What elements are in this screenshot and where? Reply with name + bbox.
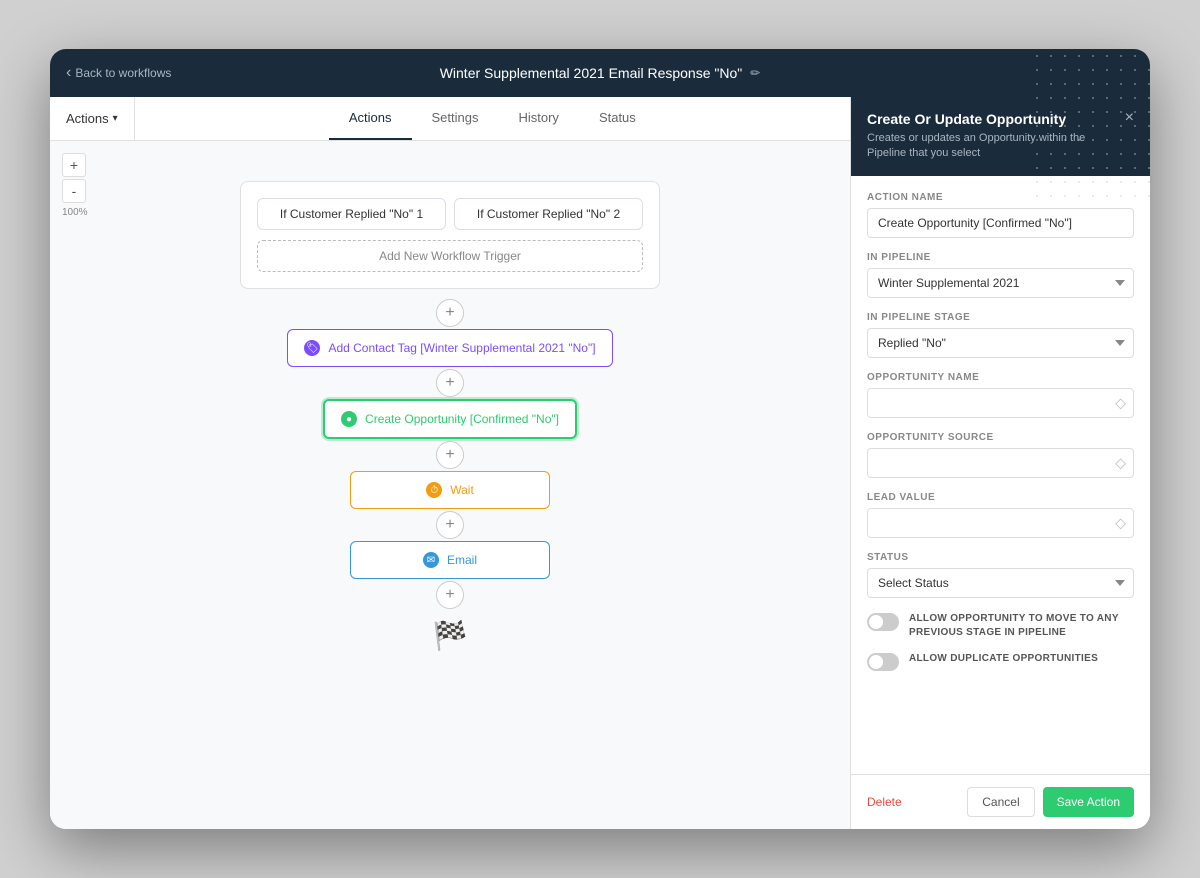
action-name-field-group: ACTION NAME	[867, 192, 1134, 238]
lead-value-input-wrapper: ◇	[867, 508, 1134, 538]
edit-title-icon[interactable]: ✏	[750, 66, 760, 80]
tab-actions[interactable]: Actions	[329, 97, 412, 140]
cancel-button[interactable]: Cancel	[967, 787, 1034, 817]
opportunity-node-label: Create Opportunity [Confirmed "No"]	[365, 412, 559, 426]
zoom-controls: + - 100%	[62, 153, 88, 218]
workflow-content: If Customer Replied "No" 1 If Customer R…	[200, 161, 700, 652]
tab-status[interactable]: Status	[579, 97, 656, 140]
allow-duplicate-toggle-label: ALLOW DUPLICATE OPPORTUNITIES	[909, 652, 1098, 666]
canvas-area: Actions Actions Settings History Status …	[50, 97, 850, 829]
panel-subtitle: Creates or updates an Opportunity within…	[867, 131, 1117, 162]
zoom-level-label: 100%	[62, 207, 88, 218]
zoom-out-button[interactable]: -	[62, 179, 86, 203]
in-pipeline-label: IN PIPELINE	[867, 252, 1134, 263]
panel-header: Create Or Update Opportunity Creates or …	[851, 97, 1150, 176]
opportunity-source-input-wrapper: ◇	[867, 448, 1134, 478]
in-pipeline-select[interactable]: Winter Supplemental 2021	[867, 268, 1134, 298]
add-step-connector-4[interactable]: +	[436, 511, 464, 539]
add-step-connector-5[interactable]: +	[436, 581, 464, 609]
tag-icon: 🏷	[304, 340, 320, 356]
action-name-label: ACTION NAME	[867, 192, 1134, 203]
status-field-group: STATUS Select Status	[867, 552, 1134, 598]
add-step-connector-3[interactable]: +	[436, 441, 464, 469]
lead-value-input[interactable]	[867, 508, 1134, 538]
action-node-wait[interactable]: ⏱ Wait	[350, 471, 550, 509]
panel-footer: Delete Cancel Save Action	[851, 774, 1150, 829]
action-node-opportunity[interactable]: ● Create Opportunity [Confirmed "No"]	[323, 399, 577, 439]
tab-settings[interactable]: Settings	[412, 97, 499, 140]
pipeline-stage-label: IN PIPELINE STAGE	[867, 312, 1134, 323]
add-step-connector-1[interactable]: +	[436, 299, 464, 327]
trigger-row: If Customer Replied "No" 1 If Customer R…	[257, 198, 643, 230]
main-area: Actions Actions Settings History Status …	[50, 97, 1150, 829]
footer-right-buttons: Cancel Save Action	[967, 787, 1134, 817]
opportunity-name-label: OPPORTUNITY NAME	[867, 372, 1134, 383]
finish-flag: 🏁	[433, 619, 468, 652]
wait-icon: ⏱	[426, 482, 442, 498]
delete-button[interactable]: Delete	[867, 795, 902, 809]
allow-previous-toggle-label: ALLOW OPPORTUNITY TO MOVE TO ANY PREVIOU…	[909, 612, 1134, 640]
email-node-label: Email	[447, 553, 477, 567]
right-panel: Create Or Update Opportunity Creates or …	[850, 97, 1150, 829]
trigger-node-1[interactable]: If Customer Replied "No" 1	[257, 198, 446, 230]
trigger-block: If Customer Replied "No" 1 If Customer R…	[240, 181, 660, 289]
add-step-connector-2[interactable]: +	[436, 369, 464, 397]
tabs-center: Actions Settings History Status	[135, 97, 850, 140]
back-to-workflows-link[interactable]: Back to workflows	[66, 64, 171, 82]
tag-node-label: Add Contact Tag [Winter Supplemental 202…	[328, 341, 595, 355]
opportunity-name-input[interactable]	[867, 388, 1134, 418]
panel-close-button[interactable]: ×	[1125, 109, 1134, 127]
add-trigger-button[interactable]: Add New Workflow Trigger	[257, 240, 643, 272]
tab-history[interactable]: History	[498, 97, 578, 140]
top-bar: Back to workflows Winter Supplemental 20…	[50, 49, 1150, 97]
status-label: STATUS	[867, 552, 1134, 563]
zoom-in-button[interactable]: +	[62, 153, 86, 177]
workflow-canvas: + - 100% If Customer Replied "No" 1 If C…	[50, 141, 850, 829]
opportunity-icon: ●	[341, 411, 357, 427]
actions-dropdown[interactable]: Actions	[50, 97, 135, 140]
allow-duplicate-toggle[interactable]	[867, 653, 899, 671]
action-name-input[interactable]	[867, 208, 1134, 238]
pipeline-stage-field-group: IN PIPELINE STAGE Replied "No"	[867, 312, 1134, 358]
allow-previous-toggle-row: ALLOW OPPORTUNITY TO MOVE TO ANY PREVIOU…	[867, 612, 1134, 640]
opportunity-name-input-wrapper: ◇	[867, 388, 1134, 418]
workflow-title-text: Winter Supplemental 2021 Email Response …	[440, 65, 743, 81]
action-node-email[interactable]: ✉ Email	[350, 541, 550, 579]
lead-value-label: LEAD VALUE	[867, 492, 1134, 503]
save-action-button[interactable]: Save Action	[1043, 787, 1134, 817]
workflow-title-container: Winter Supplemental 2021 Email Response …	[440, 65, 761, 81]
panel-title: Create Or Update Opportunity	[867, 111, 1117, 127]
email-icon: ✉	[423, 552, 439, 568]
pipeline-stage-select[interactable]: Replied "No"	[867, 328, 1134, 358]
lead-value-field-group: LEAD VALUE ◇	[867, 492, 1134, 538]
allow-previous-toggle[interactable]	[867, 613, 899, 631]
opportunity-source-label: OPPORTUNITY SOURCE	[867, 432, 1134, 443]
in-pipeline-field-group: IN PIPELINE Winter Supplemental 2021	[867, 252, 1134, 298]
trigger-node-2[interactable]: If Customer Replied "No" 2	[454, 198, 643, 230]
wait-node-label: Wait	[450, 483, 474, 497]
status-select[interactable]: Select Status	[867, 568, 1134, 598]
panel-body: ACTION NAME IN PIPELINE Winter Supplemen…	[851, 176, 1150, 774]
tabs-bar: Actions Actions Settings History Status	[50, 97, 850, 141]
opportunity-source-field-group: OPPORTUNITY SOURCE ◇	[867, 432, 1134, 478]
allow-duplicate-toggle-row: ALLOW DUPLICATE OPPORTUNITIES	[867, 652, 1134, 671]
opportunity-source-input[interactable]	[867, 448, 1134, 478]
opportunity-name-field-group: OPPORTUNITY NAME ◇	[867, 372, 1134, 418]
panel-header-content: Create Or Update Opportunity Creates or …	[867, 111, 1117, 162]
action-node-tag[interactable]: 🏷 Add Contact Tag [Winter Supplemental 2…	[287, 329, 612, 367]
